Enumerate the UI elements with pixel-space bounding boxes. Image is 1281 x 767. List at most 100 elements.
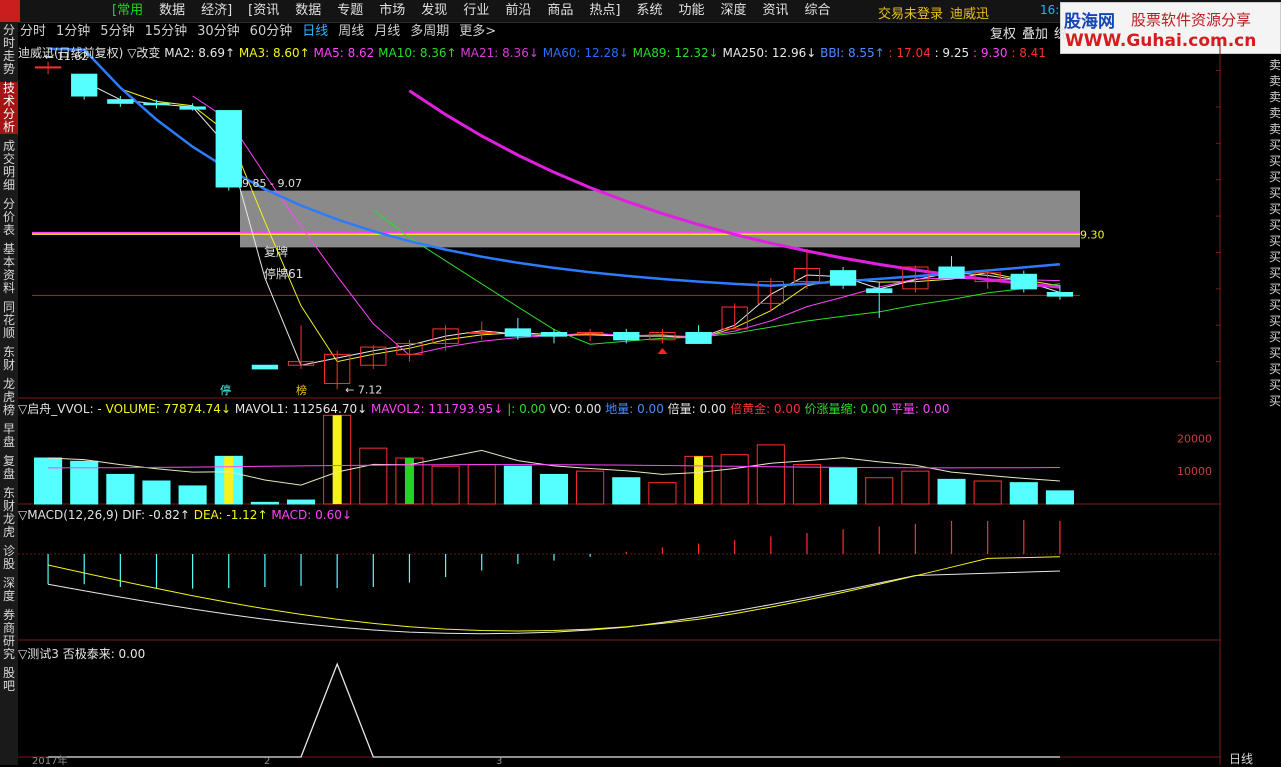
app-logo-icon[interactable] [0,0,20,22]
side-tab-7[interactable]: 龙虎榜 [0,378,18,417]
period-tab-10[interactable]: 更多> [459,24,496,39]
menu-item-8[interactable]: 行业 [455,3,497,19]
legend-item-2: MAVOL2: 111793.95↓ [371,402,508,416]
ma-legend-12: : 8.41 [1011,46,1046,60]
side-tab-11[interactable]: 诊股 [0,545,18,571]
period-tab-7[interactable]: 周线 [338,24,364,39]
ma-legend-11: : 9.30 [972,46,1012,60]
candle-body-6 [251,364,279,370]
login-status[interactable]: 交易未登录 [878,3,943,22]
volume-bar-16 [612,477,641,505]
trade-signal-glyph-17: 买 [1269,330,1281,344]
main-legend: 迪威迅(日线前复权) ▽改变 MA2: 8.69↑ MA3: 8.60↑ MA5… [18,44,1046,61]
period-tab-4[interactable]: 30分钟 [197,24,240,39]
side-tab-4[interactable]: 基本资料 [0,243,18,295]
volume-bar-9 [359,447,388,505]
test-legend: ▽测试3 否极泰来: 0.00 [18,645,145,662]
trade-signal-glyph-0: 卖 [1269,58,1281,72]
side-tab-12[interactable]: 深度 [0,577,18,603]
menu-item-13[interactable]: 功能 [670,3,712,19]
tool-button-1[interactable]: 叠加 [1022,23,1048,42]
legend-item-6: 倍量: 0.00 [667,402,731,416]
tool-button-2[interactable]: 统 [1054,23,1067,42]
volume-bar-2 [106,473,135,505]
period-tab-1[interactable]: 1分钟 [56,24,90,39]
buy-arrow-icon [657,347,668,354]
side-tab-10[interactable]: 东财龙虎 [0,487,18,539]
suspend-annotation: 停牌61 [264,266,303,281]
period-tab-6[interactable]: 日线 [302,24,328,39]
ma-legend-4: MA21: 8.36↓ [460,46,543,60]
volume-bar-27 [1009,482,1038,505]
clock: 16: [1040,3,1060,17]
trade-signal-glyph-18: 买 [1269,346,1281,360]
legend-title[interactable]: 迪威迅(日线前复权) [18,46,127,60]
trade-signal-glyph-4: 卖 [1269,122,1281,136]
menu-item-10[interactable]: 商品 [539,3,581,19]
volume-bar-12 [467,464,496,505]
side-tab-6[interactable]: 东财 [0,346,18,372]
candle-body-25 [938,266,965,279]
legend-title[interactable]: ▽MACD(12,26,9) [18,508,122,522]
period-tab-9[interactable]: 多周期 [410,24,449,39]
period-tab-8[interactable]: 月线 [374,24,400,39]
left-side-tabs: 分时走势技术分析成交明细分价表基本资料同花顺东财龙虎榜早盘复盘东财龙虎诊股深度券… [0,22,18,765]
trade-signal-glyph-16: 买 [1269,314,1281,328]
legend-title[interactable]: ▽测试3 [18,647,63,661]
menu-item-14[interactable]: 深度 [712,3,754,19]
side-tab-13[interactable]: 券商研究 [0,609,18,661]
candle-body-4 [179,106,206,110]
side-tab-8[interactable]: 早盘 [0,423,18,449]
ma250-line [408,89,1061,289]
side-tab-1[interactable]: 技术分析 [0,82,18,134]
menu-item-1[interactable]: 数据 [151,3,193,19]
macd-legend: ▽MACD(12,26,9) DIF: -0.82↑ DEA: -1.12↑ M… [18,508,352,522]
candle-body-22 [829,270,857,286]
menu-item-7[interactable]: 发现 [413,3,455,19]
menu-item-0[interactable]: [常用 [104,3,151,19]
trade-signal-glyph-19: 买 [1269,362,1281,376]
ma-legend-7: MA250: 12.96↓ [722,46,821,60]
side-tab-5[interactable]: 同花顺 [0,301,18,340]
range-annotation: 9.85 - 9.07 [242,177,302,190]
menu-item-4[interactable]: 数据 [287,3,329,19]
menu-item-3[interactable]: [资讯 [240,3,287,19]
menu-item-16[interactable]: 综合 [797,3,839,19]
menu-item-15[interactable]: 资讯 [754,3,796,19]
menu-item-6[interactable]: 市场 [371,3,413,19]
period-tab-5[interactable]: 60分钟 [250,24,293,39]
side-tab-3[interactable]: 分价表 [0,198,18,237]
volume-bar-24 [901,470,930,505]
menu-item-2[interactable]: 经济] [193,3,240,19]
trade-signal-glyph-14: 买 [1269,282,1281,296]
volume-mark-18 [694,456,704,504]
period-tab-0[interactable]: 分时 [20,24,46,39]
menu-item-12[interactable]: 系统 [628,3,670,19]
period-tab-2[interactable]: 5分钟 [100,24,134,39]
volume-bar-11 [431,465,460,505]
legend-title[interactable]: ▽启⾈_VVOL: - [18,402,106,416]
ma-legend-6: MA89: 12.32↓ [632,46,723,60]
menu-item-11[interactable]: 热点] [581,3,628,19]
change-button[interactable]: ▽改变 [127,46,164,60]
right-axis-column: 卖卖卖卖卖买买买买买买买买买买买买买买买买买日线 [1221,42,1281,766]
main-menu: [常用 数据 经济] [资讯 数据 专题 市场 发现 行业 前沿 商品 热点] 系统 功能 深度 资讯 综合 [104,3,839,19]
level-label: 9.30 [1080,228,1105,241]
period-tab-3[interactable]: 15分钟 [145,24,188,39]
candle-body-2 [107,99,134,104]
menu-item-9[interactable]: 前沿 [497,3,539,19]
volume-bar-4 [178,485,207,505]
candle-body-23 [866,288,893,293]
side-tab-2[interactable]: 成交明细 [0,140,18,192]
candle-body-28 [1046,291,1074,297]
legend-item-5: 地量: 0.00 [605,402,668,416]
side-tab-9[interactable]: 复盘 [0,455,18,481]
candle-body-5 [215,110,242,188]
candle-body-12 [468,332,495,335]
side-tab-0[interactable]: 分时走势 [0,24,18,76]
side-tab-14[interactable]: 股吧 [0,667,18,693]
candle-body-16 [613,332,640,341]
tool-button-0[interactable]: 复权 [990,23,1016,42]
legend-item-9: 平量: 0.00 [890,402,950,416]
menu-item-5[interactable]: 专题 [329,3,371,19]
